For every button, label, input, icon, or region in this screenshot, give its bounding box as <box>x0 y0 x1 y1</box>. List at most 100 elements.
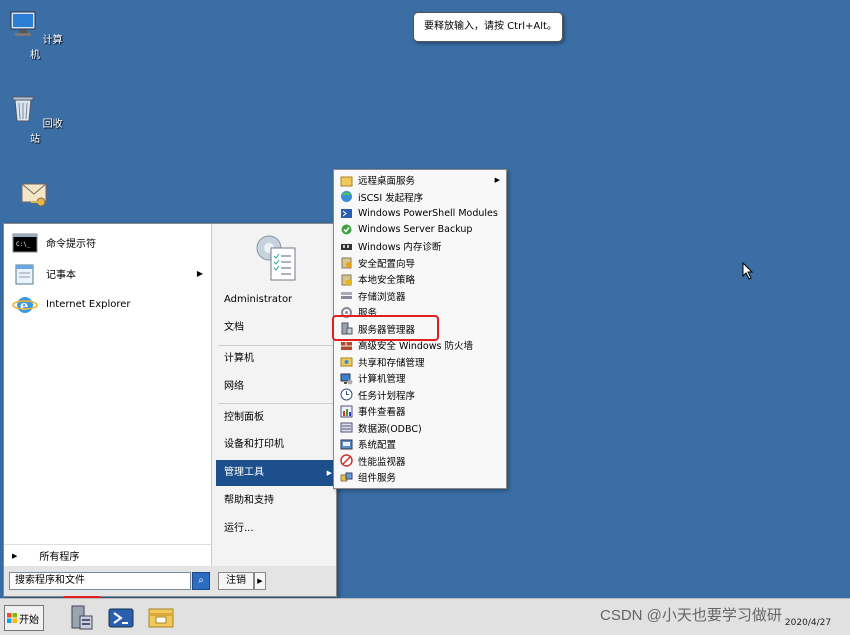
triangle-right-icon: ▶ <box>12 551 18 560</box>
desktop-icon-computer[interactable]: 计算机 <box>5 8 65 61</box>
admin-tool-label: iSCSI 发起程序 <box>358 192 424 204</box>
annotation-highlight-server-manager <box>332 315 439 341</box>
admin-tool-label: Windows 内存诊断 <box>358 242 442 254</box>
program-label: 记事本 <box>46 270 76 281</box>
start-menu: C:\_ 命令提示符 记事本 ▶ e Internet Explorer ▶ 所… <box>3 223 337 597</box>
places-item-user[interactable]: Administrator <box>216 287 336 313</box>
start-menu-programs-pane: C:\_ 命令提示符 记事本 ▶ e Internet Explorer ▶ 所… <box>4 224 212 566</box>
program-notepad[interactable]: 记事本 ▶ <box>4 258 211 289</box>
user-picture-icon <box>256 235 296 281</box>
admin-tool-item[interactable]: 本地安全策略 <box>336 271 504 288</box>
recycle-bin-icon <box>12 96 34 122</box>
program-label: Internet Explorer <box>46 299 131 310</box>
admin-tool-label: 计算机管理 <box>358 374 406 386</box>
program-label: 命令提示符 <box>46 239 96 250</box>
server-manager-icon[interactable] <box>66 603 96 633</box>
mail-key-icon <box>21 183 47 207</box>
places-item-label: 管理工具 <box>224 467 264 478</box>
admin-tool-label: Windows Server Backup <box>358 224 473 236</box>
event-viewer-icon <box>340 405 353 418</box>
start-label: 开始 <box>19 614 39 626</box>
logout-button[interactable]: 注销 <box>218 572 254 590</box>
admin-tool-label: 数据源(ODBC) <box>358 423 422 435</box>
places-item-admin-tools[interactable]: 管理工具 ▶ <box>216 460 336 486</box>
clock-icon <box>340 388 353 401</box>
admin-tool-item[interactable]: 组件服务 <box>336 469 504 486</box>
svg-text:C:\_: C:\_ <box>16 241 31 248</box>
places-item-devices-printers[interactable]: 设备和打印机 <box>216 432 336 458</box>
notepad-icon <box>15 264 34 284</box>
places-item-network[interactable]: 网络 <box>216 374 336 400</box>
submenu-arrow-icon: ▶ <box>196 269 203 278</box>
security-wizard-icon <box>341 257 352 269</box>
admin-tool-item[interactable]: 共享和存储管理 <box>336 354 504 371</box>
admin-tool-item[interactable]: 存储浏览器 <box>336 288 504 305</box>
submenu-arrow-icon: ▶ <box>494 176 500 185</box>
database-icon <box>340 422 353 433</box>
admin-tool-label: 共享和存储管理 <box>358 357 425 369</box>
admin-tool-item[interactable]: 计算机管理 <box>336 370 504 387</box>
admin-tool-item[interactable]: iSCSI 发起程序 <box>336 189 504 206</box>
admin-tool-item[interactable]: 远程桌面服务 ▶ <box>336 172 504 189</box>
desktop-icon-mail[interactable] <box>5 178 65 216</box>
admin-tool-item[interactable]: Windows 内存诊断 <box>336 238 504 255</box>
program-internet-explorer[interactable]: e Internet Explorer <box>4 289 211 320</box>
admin-tool-item[interactable]: 任务计划程序 <box>336 387 504 404</box>
places-item-computer[interactable]: 计算机 <box>216 346 336 372</box>
computer-icon <box>10 11 36 36</box>
system-config-icon <box>340 439 353 450</box>
program-cmd[interactable]: C:\_ 命令提示符 <box>4 227 211 258</box>
admin-tool-label: 远程桌面服务 <box>358 176 416 188</box>
admin-tool-label: 性能监视器 <box>358 456 406 468</box>
admin-tool-label: 任务计划程序 <box>358 390 416 402</box>
admin-tool-item[interactable]: 安全配置向导 <box>336 255 504 272</box>
admin-tool-label: 事件查看器 <box>358 407 406 419</box>
taskbar-clock-date[interactable]: 2020/4/27 <box>772 618 844 628</box>
watermark: CSDN @小天也要学习做研 <box>600 607 782 624</box>
admin-tool-label: 安全配置向导 <box>358 258 416 270</box>
powershell-icon[interactable] <box>106 603 136 633</box>
memory-icon <box>341 243 352 250</box>
admin-tool-label: Windows PowerShell Modules <box>358 207 498 219</box>
places-item-control-panel[interactable]: 控制面板 <box>216 405 336 431</box>
shutdown-options-arrow-icon[interactable]: ▶ <box>254 572 266 590</box>
admin-tool-item[interactable]: 事件查看器 <box>336 403 504 420</box>
storage-icon <box>341 292 352 300</box>
ie-icon: e <box>12 296 38 314</box>
start-menu-bottom-bar: 搜索程序和文件 ⌕ 注销 ▶ <box>4 566 336 596</box>
all-programs-label: 所有程序 <box>39 552 80 563</box>
folder-icon <box>340 176 353 187</box>
admin-tool-label: 存储浏览器 <box>358 291 406 303</box>
component-icon <box>340 472 353 482</box>
places-item-help[interactable]: 帮助和支持 <box>216 488 336 514</box>
release-input-tooltip: 要释放输入，请按 Ctrl+Alt。 <box>413 12 563 42</box>
start-menu-places-pane: Administrator 文档 计算机 网络 控制面板 设备和打印机 管理工具… <box>213 224 336 566</box>
admin-tool-label: 本地安全策略 <box>358 275 416 287</box>
backup-icon <box>341 224 352 235</box>
search-icon[interactable]: ⌕ <box>192 572 210 590</box>
desktop-icon-recycle-bin[interactable]: 回收站 <box>5 92 65 145</box>
places-item-run[interactable]: 运行... <box>216 516 336 542</box>
admin-tool-label: 组件服务 <box>358 473 397 485</box>
admin-tool-item[interactable]: Windows PowerShell Modules <box>336 205 504 222</box>
computer-management-icon <box>340 373 353 385</box>
globe-icon <box>341 191 352 203</box>
admin-tool-label: 系统配置 <box>358 440 397 452</box>
admin-tool-item[interactable]: Windows Server Backup <box>336 222 504 239</box>
menu-separator <box>218 403 333 404</box>
explorer-icon[interactable] <box>146 603 176 633</box>
windows-logo-icon <box>7 613 17 623</box>
all-programs-button[interactable]: ▶ 所有程序 <box>4 544 211 566</box>
admin-tool-item[interactable]: 系统配置 <box>336 436 504 453</box>
mouse-cursor-icon <box>742 262 754 280</box>
places-item-documents[interactable]: 文档 <box>216 315 336 341</box>
cmd-icon: C:\_ <box>12 233 38 252</box>
start-button[interactable]: 开始 <box>4 605 44 631</box>
admin-tool-item[interactable]: 数据源(ODBC) <box>336 420 504 437</box>
admin-tool-item[interactable]: 性能监视器 <box>336 453 504 470</box>
policy-icon <box>341 274 352 286</box>
performance-icon <box>340 454 353 467</box>
share-icon <box>340 357 353 367</box>
search-input[interactable]: 搜索程序和文件 <box>9 572 191 590</box>
powershell-icon <box>341 208 352 218</box>
